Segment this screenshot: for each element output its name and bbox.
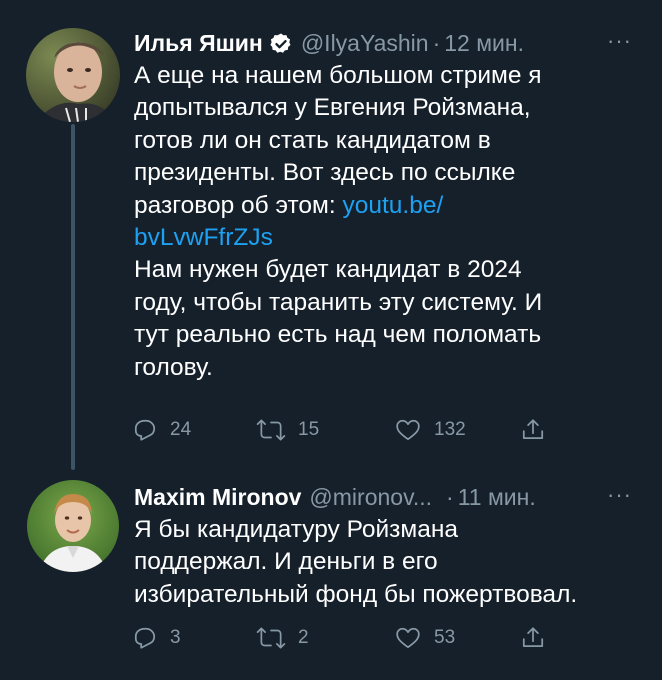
tweet-text: А еще на нашем большом стриме я допытыва… bbox=[134, 60, 638, 384]
reply-button[interactable]: 3 bbox=[132, 618, 181, 658]
tweet[interactable]: Maxim Mironov @mironov... · 11 мин. ··· … bbox=[0, 480, 662, 680]
separator-dot: · bbox=[432, 30, 441, 56]
tweet-text-line: Нам нужен будет кандидат в 2024 bbox=[134, 256, 522, 284]
tweet-header: Maxim Mironov @mironov... · 11 мин. bbox=[134, 480, 638, 514]
tweet-actions: 24 15 132 bbox=[132, 410, 562, 450]
user-avatar-icon bbox=[26, 28, 120, 122]
tweet-text-line: году, чтобы таранить эту систему. И bbox=[134, 288, 543, 316]
separator-dot: · bbox=[446, 484, 454, 510]
timestamp[interactable]: 11 мин. bbox=[458, 480, 536, 514]
reply-button[interactable]: 24 bbox=[132, 410, 191, 450]
tweet-link[interactable]: bvLvwFfrZJs bbox=[134, 222, 638, 254]
avatar[interactable] bbox=[27, 480, 119, 572]
tweet-text-line: допытывался у Евгения Ройзмана, bbox=[134, 94, 531, 122]
retweet-button[interactable]: 15 bbox=[256, 410, 319, 450]
user-handle[interactable]: @IlyaYashin bbox=[301, 26, 429, 60]
user-handle[interactable]: @mironov... bbox=[309, 480, 432, 514]
verified-badge-icon bbox=[269, 31, 293, 55]
retweet-icon bbox=[256, 627, 286, 649]
tweet-text-line: готов ли он стать кандидатом в bbox=[134, 126, 491, 154]
tweet[interactable]: Илья Яшин @IlyaYashin · 12 мин. ··· А ещ… bbox=[0, 0, 662, 480]
share-button[interactable] bbox=[520, 618, 546, 658]
retweet-button[interactable]: 2 bbox=[256, 618, 309, 658]
more-options-icon[interactable]: ··· bbox=[607, 480, 632, 510]
tweet-text-line: избирательный фонд бы пожертвовал. bbox=[134, 580, 578, 608]
user-avatar-icon bbox=[27, 480, 119, 572]
tweet-header: Илья Яшин @IlyaYashin · 12 мин. bbox=[134, 26, 638, 60]
tweet-text-line: поддержал. И деньги в его bbox=[134, 548, 438, 576]
retweet-icon bbox=[256, 419, 286, 441]
tweet-text-line: Я бы кандидатуру Ройзмана bbox=[134, 516, 459, 543]
like-count: 132 bbox=[434, 419, 466, 440]
like-button[interactable]: 132 bbox=[394, 410, 466, 450]
reply-count: 24 bbox=[170, 419, 192, 440]
heart-icon bbox=[396, 627, 420, 649]
reply-count: 3 bbox=[170, 627, 181, 648]
tweet-content: Илья Яшин @IlyaYashin · 12 мин. ··· А ещ… bbox=[134, 26, 638, 384]
retweet-count: 15 bbox=[298, 419, 320, 440]
tweet-text-line: А еще на нашем большом стриме я bbox=[134, 62, 542, 89]
timestamp[interactable]: 12 мин. bbox=[444, 26, 524, 60]
tweet-text: Я бы кандидатуру Ройзмана поддержал. И д… bbox=[134, 514, 638, 611]
like-button[interactable]: 53 bbox=[394, 618, 455, 658]
reply-icon bbox=[134, 627, 156, 649]
retweet-count: 2 bbox=[298, 627, 309, 648]
heart-icon bbox=[396, 419, 420, 441]
tweet-text-segment: разговор об этом: bbox=[134, 191, 343, 219]
tweet-actions: 3 2 53 bbox=[132, 618, 562, 658]
tweet-link[interactable]: youtu.be/ bbox=[343, 192, 444, 219]
tweet-text-line: голову. bbox=[134, 353, 213, 381]
share-icon bbox=[522, 419, 544, 439]
avatar[interactable] bbox=[26, 28, 120, 122]
tweet-text-line: президенты. Вот здесь по ссылке bbox=[134, 159, 516, 187]
tweet-text-line: разговор об этом: youtu.be/ bbox=[134, 190, 638, 222]
display-name[interactable]: Илья Яшин bbox=[134, 26, 263, 60]
tweet-text-line: тут реально есть над чем поломать bbox=[134, 321, 542, 349]
share-button[interactable] bbox=[520, 410, 546, 450]
thread-connector-line bbox=[71, 124, 75, 470]
display-name[interactable]: Maxim Mironov bbox=[134, 480, 301, 514]
tweet-content: Maxim Mironov @mironov... · 11 мин. ··· … bbox=[134, 480, 638, 611]
like-count: 53 bbox=[434, 627, 456, 648]
reply-icon bbox=[134, 419, 156, 441]
share-icon bbox=[522, 627, 544, 647]
more-options-icon[interactable]: ··· bbox=[607, 26, 632, 56]
